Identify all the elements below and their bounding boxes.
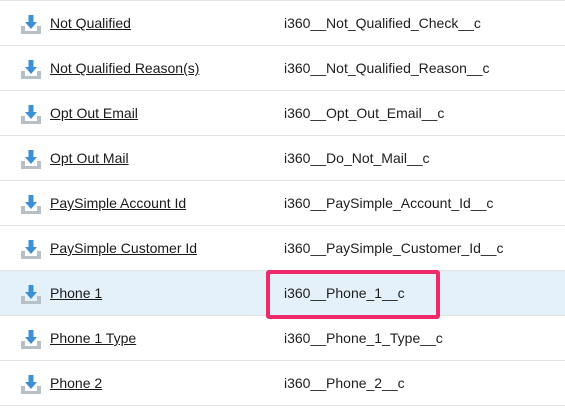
field-api-name: i360__Not_Qualified_Reason__c (284, 60, 490, 76)
field-label-link[interactable]: PaySimple Customer Id (50, 239, 197, 257)
field-api-name: i360__Phone_1_Type__c (284, 330, 443, 346)
download-arrow-icon[interactable] (20, 148, 42, 170)
field-row-paysimple-customer-id: PaySimple Customer Id i360__PaySimple_Cu… (0, 226, 565, 271)
field-api-name: i360__Do_Not_Mail__c (284, 150, 430, 166)
field-row-paysimple-account-id: PaySimple Account Id i360__PaySimple_Acc… (0, 181, 565, 226)
field-label-link[interactable]: PaySimple Account Id (50, 194, 186, 212)
field-row-phone-2: Phone 2 i360__Phone_2__c (0, 361, 565, 406)
field-label-link[interactable]: Opt Out Email (50, 104, 138, 122)
field-row-opt-out-email: Opt Out Email i360__Opt_Out_Email__c (0, 91, 565, 136)
field-label-link[interactable]: Phone 2 (50, 374, 102, 392)
download-arrow-icon[interactable] (20, 373, 42, 395)
field-api-name: i360__Phone_1__c (284, 285, 405, 301)
field-row-not-qualified-reason: Not Qualified Reason(s) i360__Not_Qualif… (0, 46, 565, 91)
download-arrow-icon[interactable] (20, 103, 42, 125)
field-label-link[interactable]: Phone 1 Type (50, 329, 136, 347)
download-arrow-icon[interactable] (20, 13, 42, 35)
field-api-name: i360__Opt_Out_Email__c (284, 105, 445, 121)
field-row-not-qualified: Not Qualified i360__Not_Qualified_Check_… (0, 1, 565, 46)
field-label-link[interactable]: Phone 1 (50, 284, 102, 302)
field-api-name: i360__PaySimple_Account_Id__c (284, 195, 494, 211)
field-label-link[interactable]: Not Qualified (50, 14, 131, 32)
field-row-phone-1: Phone 1 i360__Phone_1__c (0, 271, 565, 316)
download-arrow-icon[interactable] (20, 193, 42, 215)
download-arrow-icon[interactable] (20, 328, 42, 350)
field-api-name: i360__Phone_2__c (284, 375, 405, 391)
field-row-phone-1-type: Phone 1 Type i360__Phone_1_Type__c (0, 316, 565, 361)
download-arrow-icon[interactable] (20, 238, 42, 260)
field-api-name: i360__Not_Qualified_Check__c (284, 15, 481, 31)
field-row-opt-out-mail: Opt Out Mail i360__Do_Not_Mail__c (0, 136, 565, 181)
field-list: Not Qualified i360__Not_Qualified_Check_… (0, 0, 565, 412)
field-api-name: i360__PaySimple_Customer_Id__c (284, 240, 504, 256)
field-label-link[interactable]: Not Qualified Reason(s) (50, 59, 199, 77)
download-arrow-icon[interactable] (20, 58, 42, 80)
field-label-link[interactable]: Opt Out Mail (50, 149, 129, 167)
download-arrow-icon[interactable] (20, 283, 42, 305)
